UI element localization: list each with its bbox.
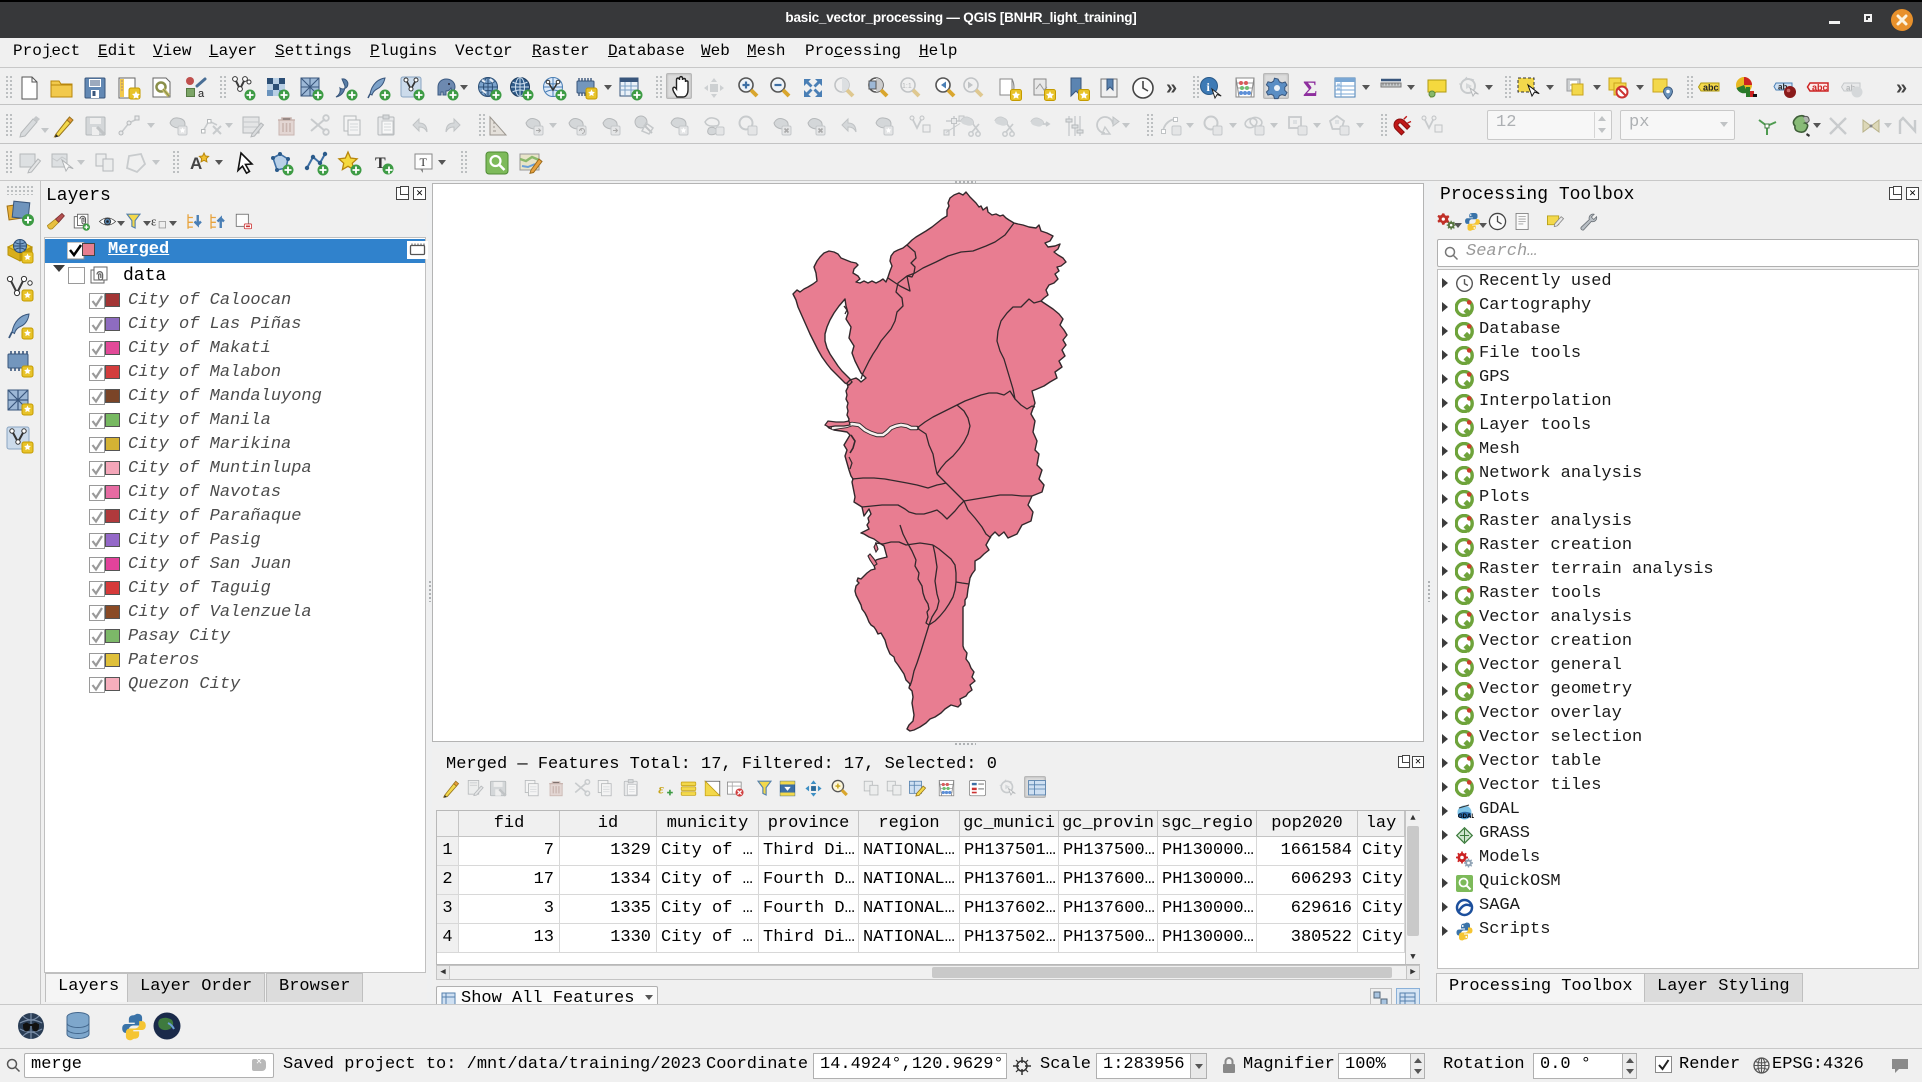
svg-text:»: » xyxy=(1166,77,1177,99)
svg-text:a: a xyxy=(198,88,205,100)
svg-text:abc: abc xyxy=(1812,83,1828,93)
svg-text:1:1: 1:1 xyxy=(902,83,912,90)
svg-text:ε: ε xyxy=(151,214,157,229)
svg-text:Σ: Σ xyxy=(1303,76,1317,101)
svg-text:»: » xyxy=(1896,77,1907,99)
svg-text:abc: abc xyxy=(1703,83,1719,93)
svg-text:T: T xyxy=(420,155,428,169)
svg-text:GDAL: GDAL xyxy=(1458,814,1474,820)
svg-text:ε: ε xyxy=(658,781,664,796)
